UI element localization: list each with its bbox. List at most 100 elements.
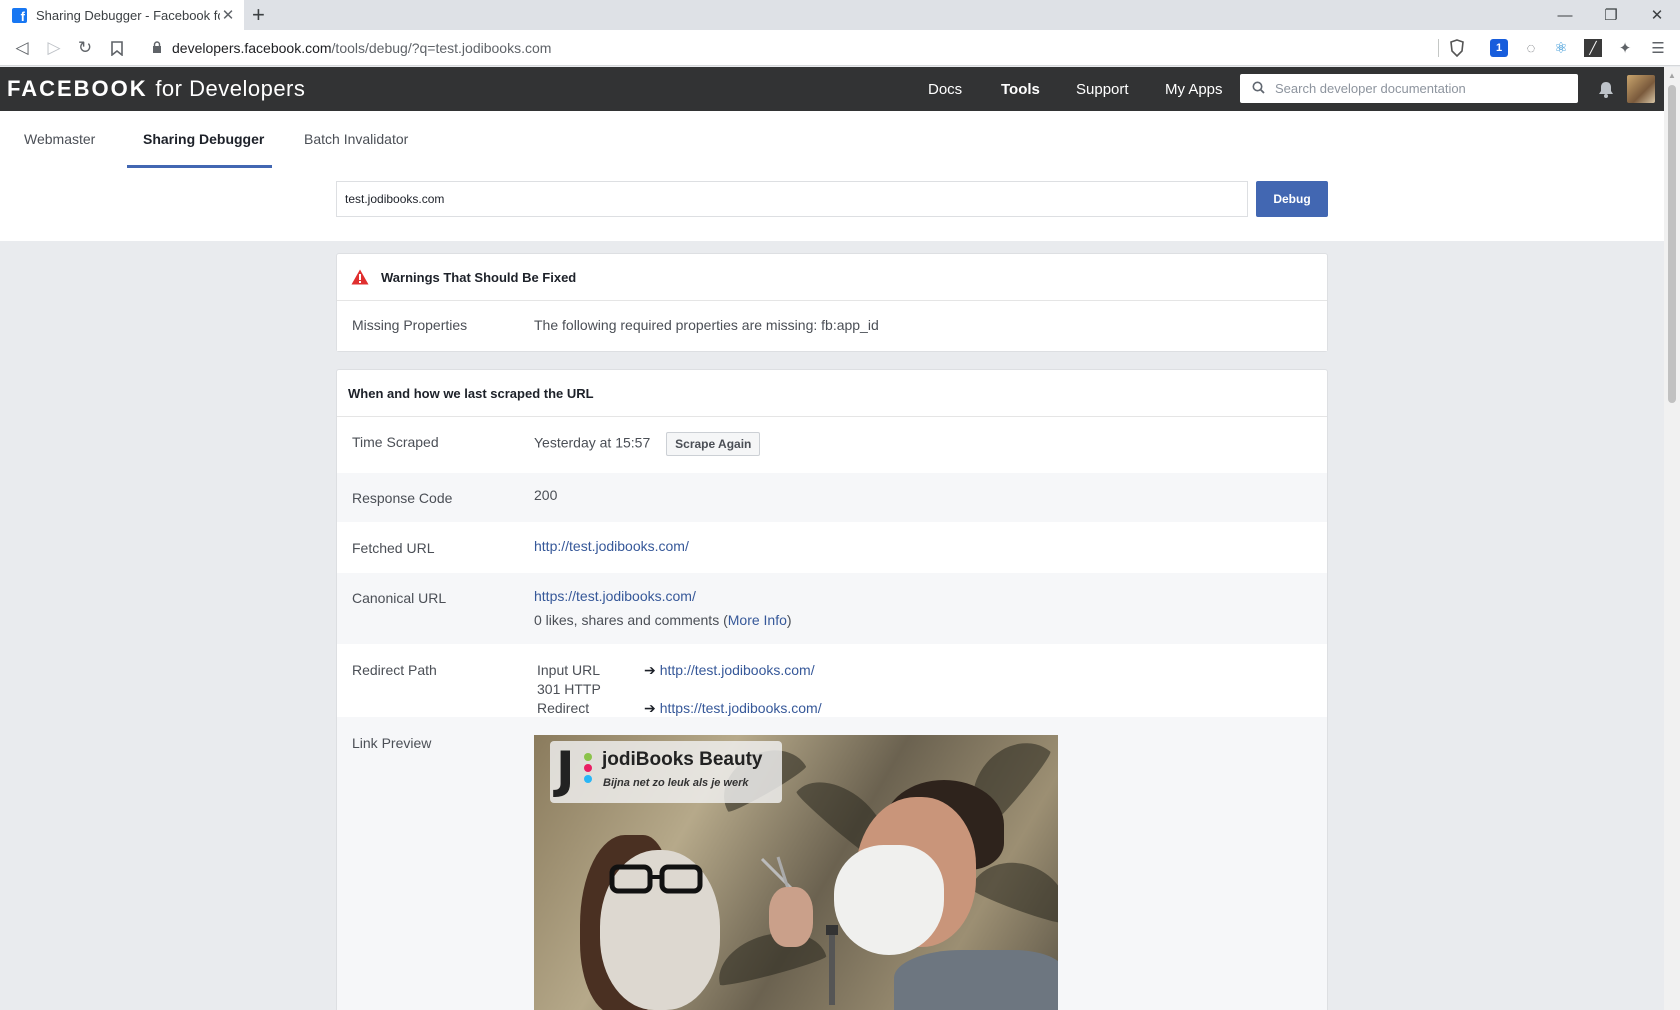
hand-graphic [769,887,813,947]
redirect-path-label: Redirect Path [352,662,437,678]
likes-summary: 0 likes, shares and comments (More Info) [534,612,792,628]
scroll-up-icon[interactable]: ▲ [1668,71,1676,80]
bitwarden-extension-icon[interactable]: 1 [1490,39,1508,57]
time-scraped-label: Time Scraped [352,434,439,450]
warnings-title: Warnings That Should Be Fixed [381,269,577,285]
response-code-value: 200 [534,487,558,503]
url-field[interactable]: developers.facebook.com/tools/debug/?q=t… [152,37,551,59]
lock-icon [152,40,162,56]
likes-text: 0 likes, shares and comments ( [534,612,728,628]
debug-button[interactable]: Debug [1256,181,1328,217]
missing-properties-message: The following required properties are mi… [534,317,879,333]
close-tab-icon[interactable]: ✕ [220,6,236,24]
arrow-right-icon: ➔ [644,700,656,716]
time-scraped-row: Time Scraped Yesterday at 15:57 Scrape A… [337,417,1327,473]
bookmark-icon[interactable] [102,30,132,66]
debug-url-input[interactable]: test.jodibooks.com [336,181,1248,217]
redirect-list: Input URL ➔ http://test.jodibooks.com/ 301… [537,661,822,718]
jodibooks-logo-letter: J [556,741,575,799]
link-preview-row: Link Preview J jodiBooks Beauty Bijna ne… [337,717,1327,1010]
time-scraped-value: Yesterday at 15:57 Scrape Again [534,432,761,456]
search-placeholder: Search developer documentation [1275,81,1466,96]
tools-extension-icon[interactable]: ╱ [1584,39,1602,57]
browser-tab-title: Sharing Debugger - Facebook for [36,7,220,23]
missing-properties-label: Missing Properties [352,317,468,333]
link-preview-image[interactable]: J jodiBooks Beauty Bijna net zo leuk als… [534,735,1058,1010]
address-bar: ◁ ▷ ↻ developers.facebook.com/tools/debu… [0,30,1680,66]
fetched-url-label: Fetched URL [352,540,435,556]
warnings-header: Warnings That Should Be Fixed [337,254,1327,301]
avatar[interactable] [1627,75,1655,103]
preview-brand-name: jodiBooks Beauty [602,749,763,770]
canonical-url-row: Canonical URL https://test.jodibooks.com… [337,573,1327,645]
restore-icon[interactable]: ❐ [1588,0,1634,30]
scrape-title: When and how we last scraped the URL [348,385,594,401]
redirect-kind: 301 HTTP Redirect [537,681,601,716]
url-path: /tools/debug/?q=test.jodibooks.com [331,40,552,56]
warning-icon [351,269,369,285]
redirect-item: 301 HTTP Redirect ➔ https://test.jodibooks… [537,680,822,718]
redirect-kind: Input URL [537,662,601,678]
fetched-url-row: Fetched URL http://test.jodibooks.com/ [337,523,1327,573]
glasses-graphic [609,864,703,894]
redirect-item: Input URL ➔ http://test.jodibooks.com/ [537,661,822,680]
nav-tools[interactable]: Tools [1001,67,1040,111]
fetched-url-link[interactable]: http://test.jodibooks.com/ [534,538,689,554]
react-devtools-icon[interactable]: ⚛ [1551,38,1571,58]
redirect-path-row: Redirect Path Input URL ➔ http://test.jodi… [337,645,1327,717]
jodibooks-logo-box: J jodiBooks Beauty Bijna net zo leuk als… [550,741,782,803]
tab-batch-invalidator[interactable]: Batch Invalidator [304,131,408,147]
debugger-input-panel: Webmaster Sharing Debugger Batch Invalid… [0,111,1664,241]
extensions-puzzle-icon[interactable]: ✦ [1615,38,1635,58]
nav-support[interactable]: Support [1076,67,1129,111]
redirect-url-link[interactable]: http://test.jodibooks.com/ [660,662,815,678]
search-icon [1252,81,1265,97]
developers-header: FACEBOOK for Developers Docs Tools Suppo… [0,67,1664,111]
arrow-right-icon: ➔ [644,662,656,678]
facebook-for-developers-logo[interactable]: FACEBOOK for Developers [7,76,305,102]
preview-tagline: Bijna net zo leuk als je werk [603,777,749,789]
address-divider [1438,39,1439,57]
response-code-row: Response Code 200 [337,473,1327,523]
scrape-header: When and how we last scraped the URL [337,370,1327,417]
privacy-extension-icon[interactable]: ◌ [1521,38,1541,58]
link-preview-label: Link Preview [352,735,432,751]
active-tab-indicator [127,165,272,168]
new-tab-icon[interactable]: + [252,3,265,27]
notifications-bell-icon[interactable] [1596,79,1616,99]
scrape-info-card: When and how we last scraped the URL Tim… [336,369,1328,1010]
search-input[interactable]: Search developer documentation [1240,74,1578,103]
canonical-url-link[interactable]: https://test.jodibooks.com/ [534,588,696,604]
brave-shield-icon[interactable] [1447,38,1467,58]
logo-dots [584,753,594,786]
browser-tab[interactable]: f Sharing Debugger - Facebook for ✕ [0,0,244,30]
url-host: developers.facebook.com [172,40,332,56]
response-code-label: Response Code [352,490,453,506]
back-icon[interactable]: ◁ [7,30,37,66]
logo-brand: FACEBOOK [7,76,148,101]
minimize-icon[interactable]: — [1542,0,1588,30]
page-scrollbar[interactable]: ▲ [1664,67,1680,1010]
facebook-favicon-icon: f [12,7,27,23]
browser-tab-bar: f Sharing Debugger - Facebook for ✕ + — … [0,0,1680,30]
man-shirt [894,950,1058,1010]
nav-my-apps[interactable]: My Apps [1165,67,1223,111]
logo-suffix: for Developers [155,76,306,101]
canonical-url-label: Canonical URL [352,590,447,606]
razor-graphic [826,925,838,1005]
missing-properties-row: Missing Properties The following require… [337,301,1327,351]
browser-menu-icon[interactable]: ☰ [1648,38,1668,58]
tab-webmaster[interactable]: Webmaster [24,131,95,147]
warnings-card: Warnings That Should Be Fixed Missing Pr… [336,253,1328,352]
redirect-url-link[interactable]: https://test.jodibooks.com/ [660,700,822,716]
more-info-link[interactable]: More Info [728,612,787,628]
likes-close: ) [786,612,792,628]
shaving-foam-beard [834,845,944,955]
forward-icon[interactable]: ▷ [39,30,69,66]
window-close-icon[interactable]: ✕ [1634,0,1680,30]
scrape-again-button[interactable]: Scrape Again [666,432,761,456]
tab-sharing-debugger[interactable]: Sharing Debugger [143,131,264,147]
reload-icon[interactable]: ↻ [70,30,100,66]
nav-docs[interactable]: Docs [928,67,962,111]
scrollbar-thumb[interactable] [1668,85,1676,403]
